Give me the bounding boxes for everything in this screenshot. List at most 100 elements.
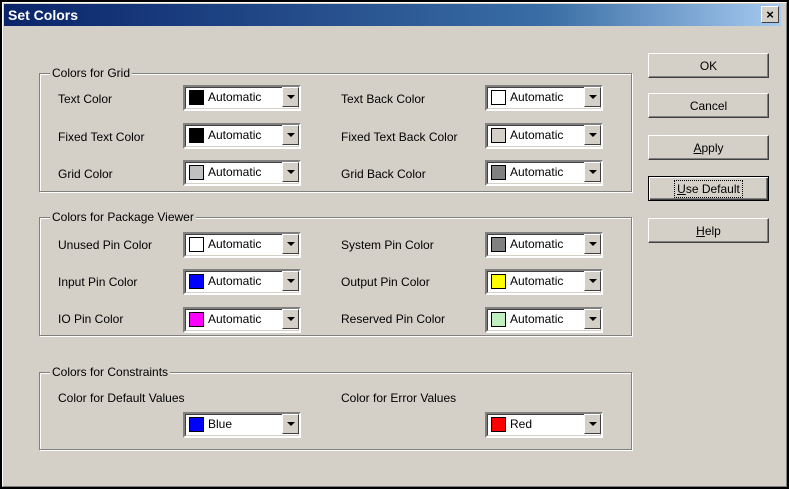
group-label-constraints: Colors for Constraints	[50, 365, 171, 379]
dropdown-button[interactable]	[282, 309, 299, 329]
color-swatch	[491, 417, 506, 432]
color-swatch	[491, 237, 506, 252]
chevron-down-icon	[589, 133, 597, 137]
color-swatch	[189, 274, 204, 289]
color-swatch	[189, 312, 204, 327]
color-swatch	[189, 128, 204, 143]
dropdown-button[interactable]	[282, 87, 299, 107]
combo-output-pin-color[interactable]: Automatic	[485, 269, 603, 295]
color-swatch	[491, 90, 506, 105]
label-grid-color: Grid Color	[58, 167, 113, 181]
use-default-button[interactable]: Use Default	[648, 176, 769, 201]
color-swatch	[491, 165, 506, 180]
dropdown-button[interactable]	[282, 125, 299, 145]
combo-fixed-text-back-color[interactable]: Automatic	[485, 123, 603, 149]
combo-value: Automatic	[510, 90, 564, 104]
title-bar[interactable]: Set Colors ×	[4, 4, 781, 26]
dropdown-button[interactable]	[282, 271, 299, 291]
chevron-down-icon	[287, 242, 295, 246]
combo-value: Blue	[208, 417, 233, 431]
apply-button[interactable]: Apply	[648, 135, 769, 160]
dropdown-button[interactable]	[584, 87, 601, 107]
dropdown-button[interactable]	[584, 125, 601, 145]
dropdown-button[interactable]	[282, 234, 299, 254]
chevron-down-icon	[589, 170, 597, 174]
combo-fixed-text-color[interactable]: Automatic	[183, 123, 301, 149]
label-reserved-pin-color: Reserved Pin Color	[341, 312, 446, 326]
dialog-title: Set Colors	[8, 7, 79, 23]
combo-value: Automatic	[208, 312, 262, 326]
help-button[interactable]: Help	[648, 218, 769, 243]
combo-value: Automatic	[510, 165, 564, 179]
close-icon: ×	[766, 7, 774, 22]
combo-value: Automatic	[208, 90, 262, 104]
label-unused-pin-color: Unused Pin Color	[58, 238, 153, 252]
combo-unused-pin-color[interactable]: Automatic	[183, 232, 301, 258]
cancel-button-label: Cancel	[689, 98, 728, 113]
color-swatch	[189, 237, 204, 252]
label-output-pin-color: Output Pin Color	[341, 275, 430, 289]
label-default-values-color: Color for Default Values	[58, 391, 185, 405]
group-label-package: Colors for Package Viewer	[50, 210, 196, 224]
dropdown-button[interactable]	[584, 309, 601, 329]
label-text-color: Text Color	[58, 92, 113, 106]
combo-value: Automatic	[510, 312, 564, 326]
cancel-button[interactable]: Cancel	[648, 93, 769, 118]
label-system-pin-color: System Pin Color	[341, 238, 434, 252]
combo-grid-color[interactable]: Automatic	[183, 160, 301, 186]
help-button-label: Help	[696, 223, 721, 238]
chevron-down-icon	[589, 242, 597, 246]
chevron-down-icon	[287, 95, 295, 99]
chevron-down-icon	[287, 422, 295, 426]
combo-value: Red	[510, 417, 533, 431]
chevron-down-icon	[287, 279, 295, 283]
dropdown-button[interactable]	[282, 162, 299, 182]
label-grid-back-color: Grid Back Color	[341, 167, 426, 181]
ok-button-label: OK	[699, 58, 718, 73]
combo-default-values-color[interactable]: Blue	[183, 412, 301, 438]
dropdown-button[interactable]	[584, 234, 601, 254]
label-error-values-color: Color for Error Values	[341, 391, 457, 405]
combo-value: Automatic	[208, 165, 262, 179]
label-fixed-text-color: Fixed Text Color	[58, 130, 145, 144]
color-swatch	[189, 90, 204, 105]
dropdown-button[interactable]	[584, 271, 601, 291]
label-io-pin-color: IO Pin Color	[58, 312, 124, 326]
apply-button-label: Apply	[693, 140, 724, 155]
combo-text-back-color[interactable]: Automatic	[485, 85, 603, 111]
combo-error-values-color[interactable]: Red	[485, 412, 603, 438]
combo-text-color[interactable]: Automatic	[183, 85, 301, 111]
group-label-grid: Colors for Grid	[50, 66, 133, 80]
ok-button[interactable]: OK	[648, 53, 769, 78]
set-colors-dialog: Set Colors × Colors for Grid Colors for …	[0, 0, 789, 489]
chevron-down-icon	[287, 133, 295, 137]
combo-grid-back-color[interactable]: Automatic	[485, 160, 603, 186]
combo-io-pin-color[interactable]: Automatic	[183, 307, 301, 333]
label-fixed-text-back-color: Fixed Text Back Color	[341, 130, 458, 144]
group-colors-for-constraints: Colors for Constraints	[39, 365, 632, 450]
combo-value: Automatic	[208, 274, 262, 288]
use-default-button-label: Use Default	[674, 179, 743, 198]
chevron-down-icon	[589, 279, 597, 283]
label-text-back-color: Text Back Color	[341, 92, 426, 106]
combo-value: Automatic	[510, 274, 564, 288]
dropdown-button[interactable]	[584, 414, 601, 434]
combo-value: Automatic	[208, 128, 262, 142]
dropdown-button[interactable]	[282, 414, 299, 434]
dropdown-button[interactable]	[584, 162, 601, 182]
combo-input-pin-color[interactable]: Automatic	[183, 269, 301, 295]
chevron-down-icon	[589, 422, 597, 426]
label-input-pin-color: Input Pin Color	[58, 275, 138, 289]
color-swatch	[491, 128, 506, 143]
chevron-down-icon	[589, 95, 597, 99]
color-swatch	[189, 165, 204, 180]
combo-reserved-pin-color[interactable]: Automatic	[485, 307, 603, 333]
combo-value: Automatic	[510, 128, 564, 142]
chevron-down-icon	[589, 317, 597, 321]
close-button[interactable]: ×	[761, 6, 779, 23]
color-swatch	[189, 417, 204, 432]
color-swatch	[491, 312, 506, 327]
combo-system-pin-color[interactable]: Automatic	[485, 232, 603, 258]
chevron-down-icon	[287, 317, 295, 321]
combo-value: Automatic	[510, 237, 564, 251]
